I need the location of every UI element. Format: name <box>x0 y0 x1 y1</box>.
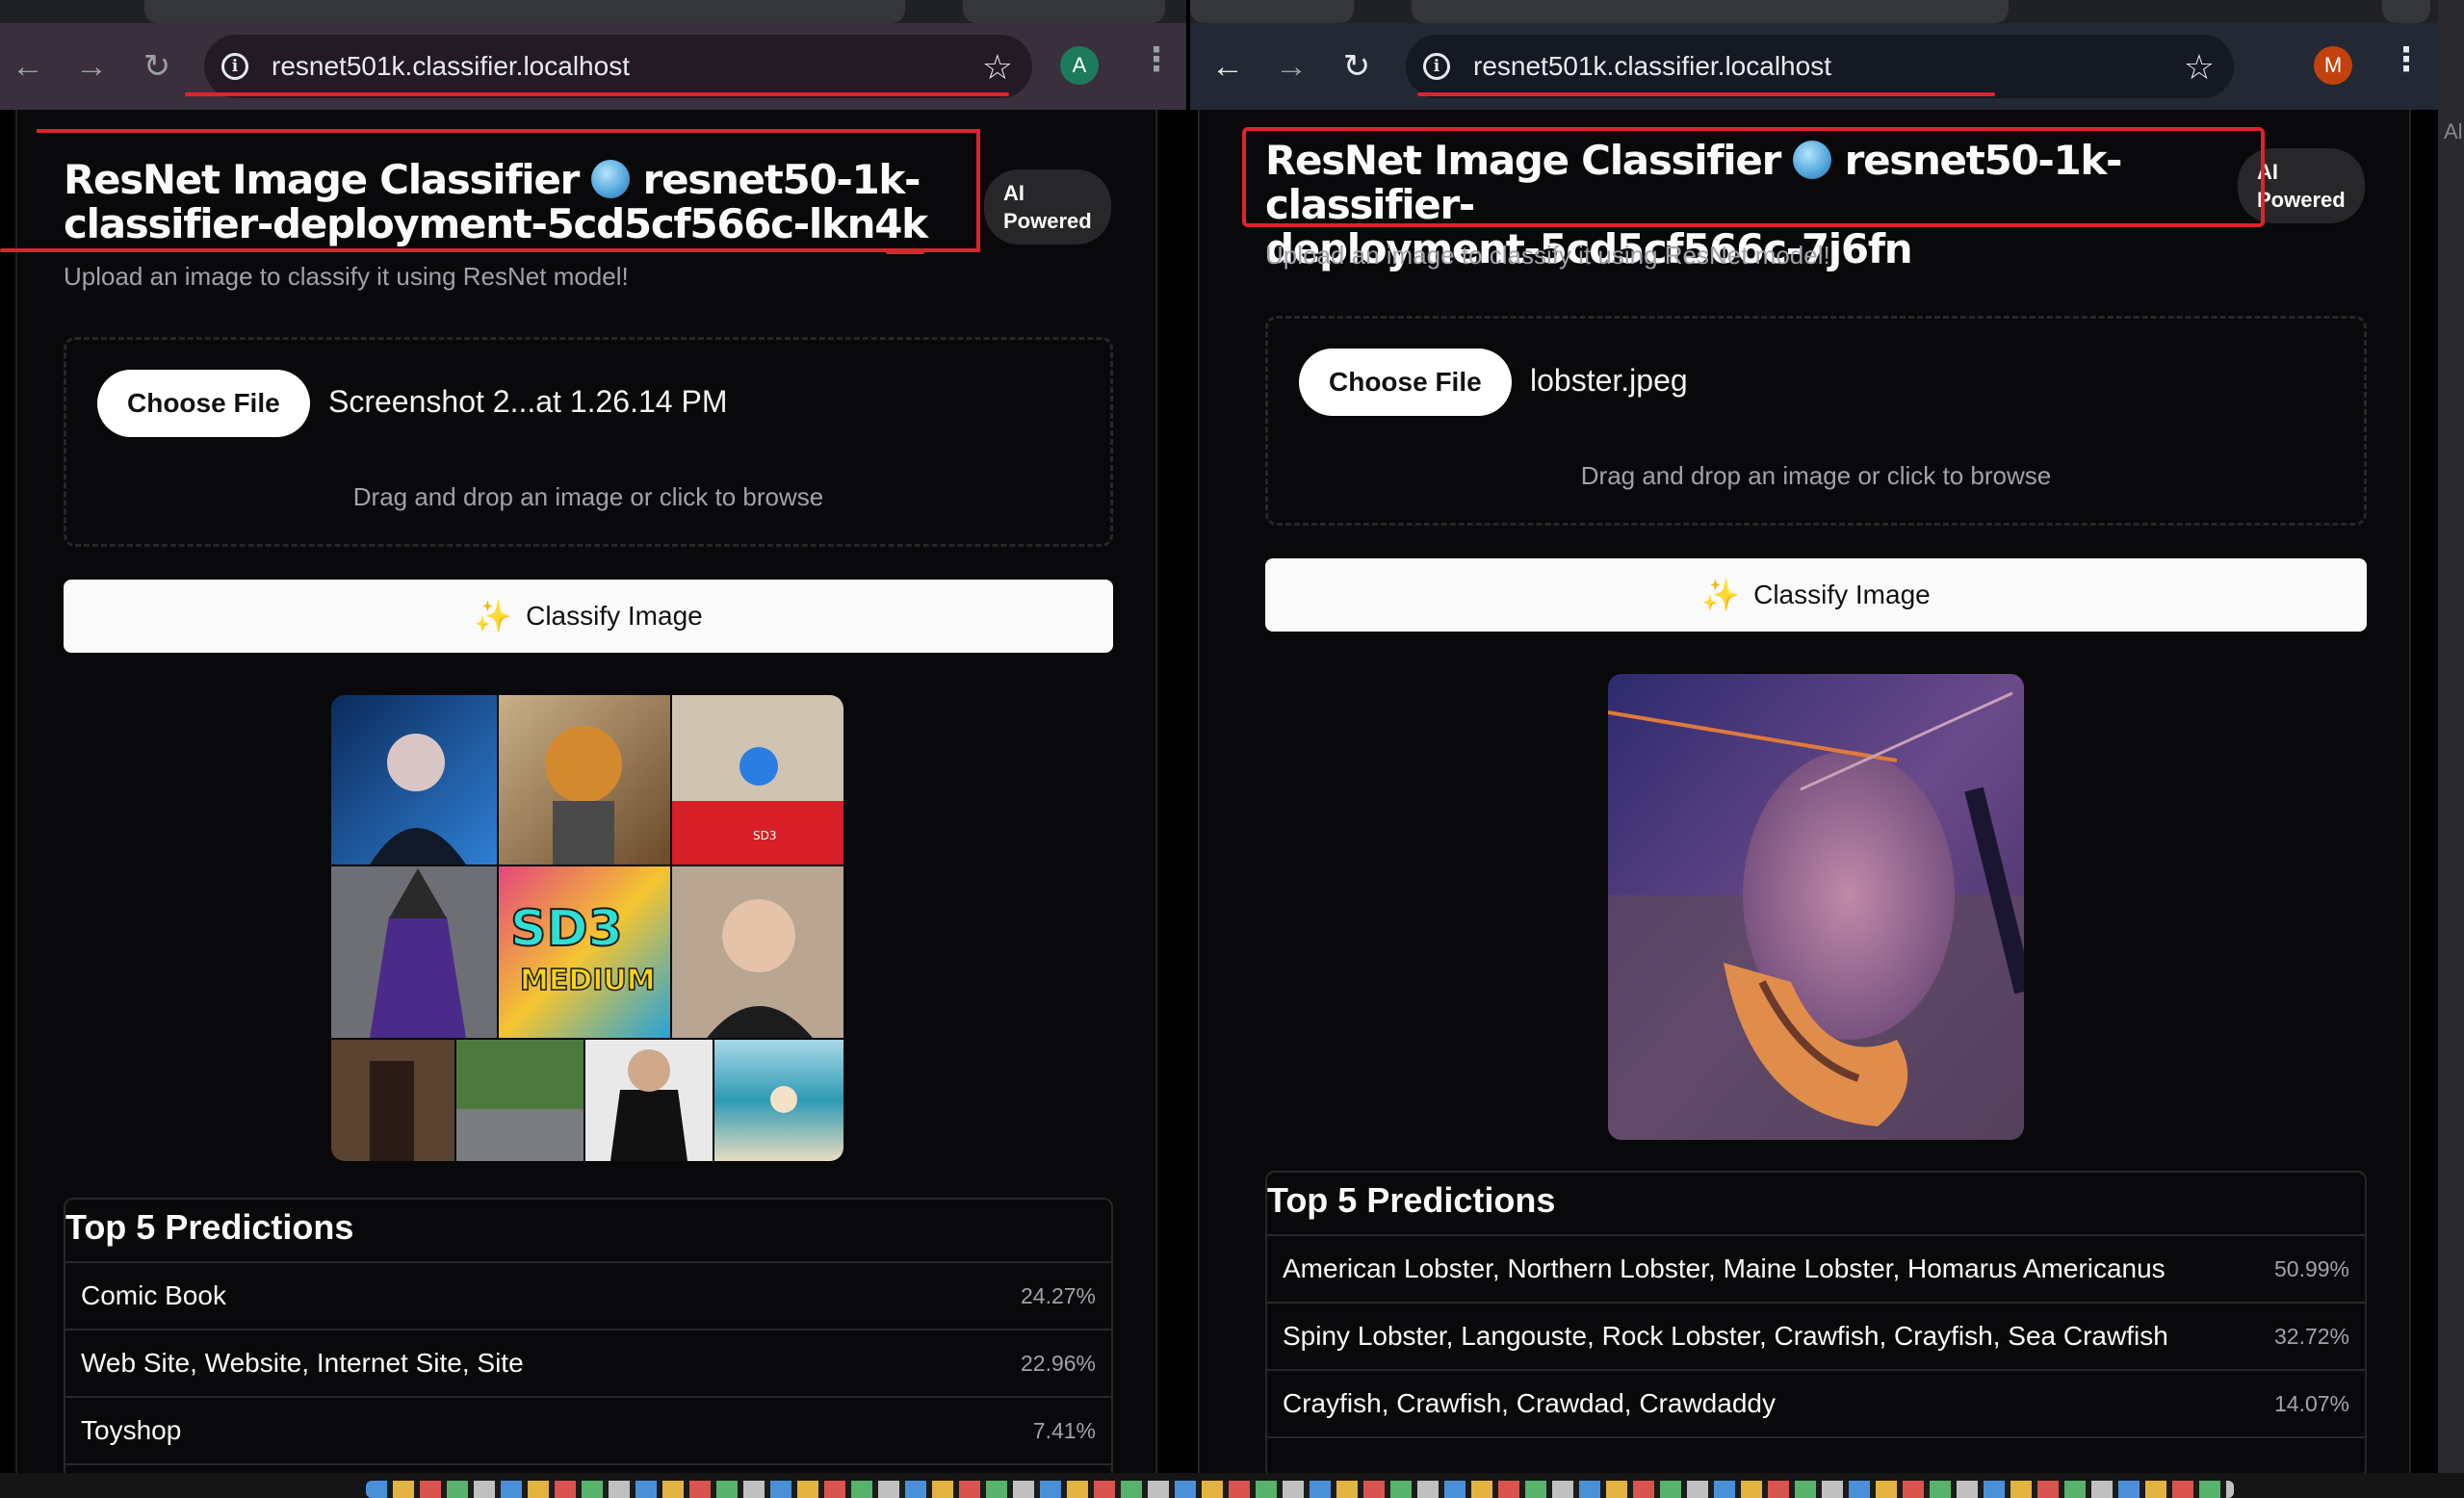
prediction-label: Comic Book <box>81 1280 226 1310</box>
browser-tab[interactable] <box>1412 0 2009 23</box>
badge-line: AI <box>1003 181 1025 205</box>
address-url: resnet501k.classifier.localhost <box>272 51 630 81</box>
prediction-score: 32.72% <box>2273 1323 2349 1349</box>
lobster-image <box>1608 674 2024 1140</box>
annotation-box <box>37 129 980 252</box>
graffiti-text: SD3 <box>510 900 623 958</box>
reload-icon[interactable]: ↻ <box>1335 44 1379 89</box>
upload-dropzone[interactable]: Choose File Screenshot 2...at 1.26.14 PM… <box>64 337 1113 547</box>
prediction-score: 24.27% <box>1020 1282 1096 1308</box>
choose-file-button[interactable]: Choose File <box>97 370 310 437</box>
prediction-score: 50.99% <box>2273 1255 2349 1281</box>
menu-dots-icon[interactable]: ⋮ <box>2390 40 2423 79</box>
browser-tab[interactable] <box>144 0 905 23</box>
background-window-text: Al <box>2444 119 2463 143</box>
page-subtitle: Upload an image to classify it using Res… <box>64 262 629 291</box>
site-info-icon[interactable]: i <box>221 53 248 80</box>
prediction-row <box>1267 1436 2365 1473</box>
classify-image-button[interactable]: ✨ Classify Image <box>64 580 1113 653</box>
background-window-edge <box>2438 0 2464 1473</box>
browser-tab[interactable] <box>1190 0 1354 23</box>
badge-line: Powered <box>1003 209 1092 233</box>
prediction-row: Toyshop 7.41% <box>65 1396 1111 1463</box>
prediction-score: 7.41% <box>1032 1417 1096 1443</box>
profile-avatar[interactable]: A <box>1060 46 1099 85</box>
forward-arrow-icon[interactable]: → <box>69 44 114 89</box>
graffiti-text: MEDIUM <box>520 964 656 997</box>
bookmark-star-icon[interactable]: ☆ <box>2184 47 2215 88</box>
site-info-icon[interactable]: i <box>1423 53 1450 80</box>
tab-strip <box>0 0 1186 23</box>
prediction-label: American Lobster, Northern Lobster, Main… <box>1283 1253 2166 1283</box>
prediction-label: Toyshop <box>81 1415 182 1445</box>
sparkles-icon: ✨ <box>474 599 513 633</box>
prediction-label: Crayfish, Crawfish, Crawdad, Crawdaddy <box>1283 1388 1776 1418</box>
profile-avatar[interactable]: M <box>2314 46 2352 85</box>
prediction-row: Comic Book 24.27% <box>65 1261 1111 1329</box>
classify-button-label: Classify Image <box>1753 580 1931 609</box>
selected-file-name: Screenshot 2...at 1.26.14 PM <box>328 384 728 419</box>
prediction-row <box>65 1463 1111 1473</box>
classify-button-label: Classify Image <box>526 601 703 631</box>
browser-toolbar: ← → ↻ i resnet501k.classifier.localhost … <box>0 23 1186 110</box>
predictions-title: Top 5 Predictions <box>65 1207 354 1247</box>
annotation-mark <box>886 250 924 254</box>
address-bar[interactable]: i resnet501k.classifier.localhost ☆ <box>204 35 1032 98</box>
bookmark-star-icon[interactable]: ☆ <box>982 47 1013 88</box>
choose-file-button[interactable]: Choose File <box>1299 349 1512 416</box>
address-url: resnet501k.classifier.localhost <box>1473 51 1831 81</box>
classifier-card: ResNet Image Classifier resnet50-1k-clas… <box>1198 110 2411 1473</box>
prediction-row: American Lobster, Northern Lobster, Main… <box>1267 1234 2365 1302</box>
ai-powered-badge: AI Powered <box>984 169 1111 245</box>
annotation-box <box>1242 127 2265 227</box>
page-content: ResNet Image Classifier resnet50-1k- cla… <box>0 110 1186 1473</box>
dock-app-icons[interactable] <box>366 1481 2234 1498</box>
page-content: ResNet Image Classifier resnet50-1k-clas… <box>1190 110 2438 1473</box>
selected-file-name: lobster.jpeg <box>1530 363 1688 398</box>
image-preview <box>1608 674 2024 1140</box>
sd3-box-text: SD3 <box>753 829 777 842</box>
forward-arrow-icon[interactable]: → <box>1269 44 1313 89</box>
prediction-row: Crayfish, Crawfish, Crawdad, Crawdaddy 1… <box>1267 1369 2365 1436</box>
annotation-underline <box>1417 92 1995 96</box>
back-arrow-icon[interactable]: ← <box>6 44 50 89</box>
upload-dropzone[interactable]: Choose File lobster.jpeg Drag and drop a… <box>1265 316 2367 526</box>
prediction-label: Web Site, Website, Internet Site, Site <box>81 1348 524 1378</box>
predictions-panel: Top 5 Predictions Comic Book 24.27% Web … <box>64 1198 1113 1473</box>
browser-window-left: ← → ↻ i resnet501k.classifier.localhost … <box>0 0 1186 1473</box>
prediction-row: Spiny Lobster, Langouste, Rock Lobster, … <box>1267 1302 2365 1369</box>
prediction-row: Web Site, Website, Internet Site, Site 2… <box>65 1329 1111 1396</box>
browser-tab[interactable] <box>2382 0 2430 23</box>
sparkles-icon: ✨ <box>1701 578 1741 612</box>
browser-toolbar: ← → ↻ i resnet501k.classifier.localhost … <box>1190 23 2438 110</box>
browser-window-right: ← → ↻ i resnet501k.classifier.localhost … <box>1190 0 2438 1473</box>
back-arrow-icon[interactable]: ← <box>1206 44 1250 89</box>
classifier-card: ResNet Image Classifier resnet50-1k- cla… <box>15 110 1157 1473</box>
image-preview: SD3 SD3 MEDIUM <box>331 695 843 1161</box>
predictions-title: Top 5 Predictions <box>1267 1180 1556 1220</box>
page-subtitle: Upload an image to classify it using Res… <box>1265 241 1830 270</box>
tab-strip <box>1190 0 2438 23</box>
address-bar[interactable]: i resnet501k.classifier.localhost ☆ <box>1406 35 2234 98</box>
predictions-panel: Top 5 Predictions American Lobster, Nort… <box>1265 1171 2367 1473</box>
annotation-underline <box>185 92 1009 96</box>
reload-icon[interactable]: ↻ <box>135 44 179 89</box>
menu-dots-icon[interactable]: ⋮ <box>1140 40 1173 79</box>
prediction-score: 14.07% <box>2273 1390 2349 1416</box>
collage-image: SD3 SD3 MEDIUM <box>331 695 843 1161</box>
classify-image-button[interactable]: ✨ Classify Image <box>1265 558 2367 632</box>
badge-line: Powered <box>2257 188 2346 212</box>
prediction-label: Spiny Lobster, Langouste, Rock Lobster, … <box>1283 1321 2168 1351</box>
annotation-mark <box>0 248 116 252</box>
drag-drop-hint: Drag and drop an image or click to brows… <box>352 482 824 511</box>
drag-drop-hint: Drag and drop an image or click to brows… <box>1580 461 2052 490</box>
macos-dock <box>0 1473 2464 1498</box>
browser-tab[interactable] <box>963 0 1165 23</box>
prediction-score: 22.96% <box>1020 1350 1096 1376</box>
